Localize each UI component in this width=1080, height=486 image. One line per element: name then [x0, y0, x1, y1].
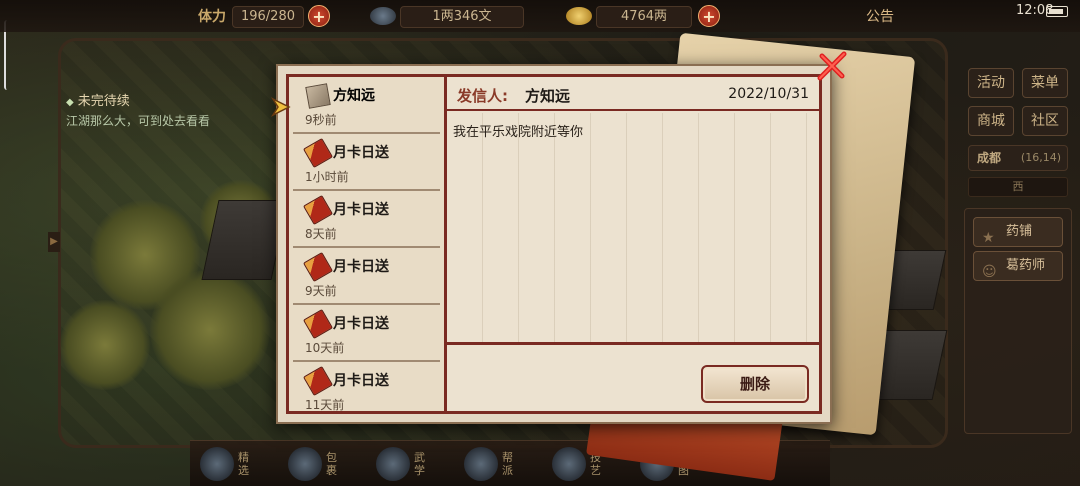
- notice-button[interactable]: 公告: [866, 6, 894, 26]
- mail-time: 10天前: [305, 341, 345, 355]
- card-icon: [302, 365, 334, 397]
- quest-description: 江湖那么大，可到处去看看: [66, 114, 211, 128]
- add-stamina-button[interactable]: +: [308, 5, 330, 27]
- menu-button[interactable]: 菜单: [1022, 68, 1068, 98]
- compass-bar: 西: [968, 177, 1068, 197]
- location-display[interactable]: 成都 (16,14): [968, 145, 1068, 171]
- nav-label: 包裹: [326, 451, 337, 477]
- sender-label: 发信人:: [457, 87, 508, 105]
- mail-item[interactable]: 月卡日送 10天前: [293, 305, 440, 362]
- silver-value: 4764两: [596, 6, 692, 28]
- card-icon: [302, 137, 334, 169]
- nav-label: 精选: [238, 451, 249, 477]
- stamina-value: 196/280: [232, 6, 304, 28]
- mail-time: 11天前: [305, 398, 345, 411]
- mail-item[interactable]: 月卡日送 11天前: [293, 362, 440, 411]
- mail-sender: 月卡日送: [333, 373, 389, 389]
- mail-dialog: 方知远 9秒前 月卡日送 1小时前 月卡日送 8天前 月卡日送 9天前 月卡日送: [276, 64, 832, 424]
- npc-item-ge-doctor[interactable]: ☺ 葛药师: [973, 251, 1063, 281]
- npc-label: 葛药师: [1006, 258, 1046, 273]
- featured-icon: [200, 447, 234, 481]
- mail-view: 发信人: 方知远 2022/10/31 我在平乐戏院附近等你 删除: [447, 77, 819, 411]
- mail-sender: 月卡日送: [333, 145, 389, 161]
- location-coords: (16,14): [1020, 151, 1061, 164]
- location-name: 成都: [977, 151, 1002, 165]
- nav-label: 武学: [414, 451, 425, 477]
- mail-list[interactable]: 方知远 9秒前 月卡日送 1小时前 月卡日送 8天前 月卡日送 9天前 月卡日送: [289, 77, 447, 411]
- mail-body: 我在平乐戏院附近等你: [447, 113, 819, 345]
- nav-featured[interactable]: 精选: [198, 447, 268, 483]
- quest-tracker[interactable]: ◆ 未完待续 江湖那么大，可到处去看看: [66, 90, 216, 130]
- quest-title: 未完待续: [77, 94, 130, 109]
- top-status-bar: 体力 196/280 + 1两346文 4764两 + 公告 12:08: [0, 0, 1080, 32]
- nav-label: 帮派: [502, 451, 513, 477]
- mail-item[interactable]: 方知远 9秒前: [293, 77, 440, 134]
- activity-button[interactable]: 活动: [968, 68, 1014, 98]
- npc-panel: ★ 药铺 ☺ 葛药师: [964, 208, 1072, 434]
- tree: [150, 270, 270, 390]
- card-icon: [302, 308, 334, 340]
- mail-sender: 月卡日送: [333, 202, 389, 218]
- card-icon: [302, 194, 334, 226]
- battery-icon: [1046, 6, 1068, 17]
- nav-guild[interactable]: 帮派: [462, 447, 532, 483]
- mail-item[interactable]: 月卡日送 8天前: [293, 191, 440, 248]
- mail-sender: 方知远: [333, 88, 375, 104]
- expand-arrow-icon[interactable]: ▶: [48, 232, 60, 252]
- nav-martial-arts[interactable]: 武学: [374, 447, 444, 483]
- person-icon: ☺: [982, 264, 997, 280]
- mail-time: 9秒前: [305, 113, 337, 127]
- mail-sender: 月卡日送: [333, 316, 389, 332]
- silver-ingot-icon: [566, 7, 592, 25]
- copper-value: 1两346文: [400, 6, 524, 28]
- tree: [60, 300, 150, 390]
- sender-name: 方知远: [525, 87, 571, 105]
- stamina-label: 体力: [198, 9, 226, 25]
- mail-header: 发信人: 方知远 2022/10/31: [447, 77, 819, 111]
- star-icon: ★: [982, 230, 995, 246]
- mail-dialog-inner: 方知远 9秒前 月卡日送 1小时前 月卡日送 8天前 月卡日送 9天前 月卡日送: [286, 74, 822, 414]
- mail-sender: 月卡日送: [333, 259, 389, 275]
- mail-item[interactable]: 月卡日送 1小时前: [293, 134, 440, 191]
- nav-inventory[interactable]: 包裹: [286, 447, 356, 483]
- diamond-icon: ◆: [66, 97, 74, 108]
- book-icon: [376, 447, 410, 481]
- mail-body-text: 我在平乐戏院附近等你: [453, 125, 584, 140]
- mail-time: 8天前: [305, 227, 337, 241]
- selection-arrow-icon: [271, 97, 291, 117]
- mail-time: 9天前: [305, 284, 337, 298]
- shop-button[interactable]: 商城: [968, 106, 1014, 136]
- npc-label: 药铺: [1006, 224, 1033, 239]
- yin-yang-icon: [464, 447, 498, 481]
- scroll-icon: [305, 83, 331, 109]
- bag-icon: [288, 447, 322, 481]
- teapot-icon: [552, 447, 586, 481]
- mail-time: 1小时前: [305, 170, 349, 184]
- mail-item[interactable]: 月卡日送 9天前: [293, 248, 440, 305]
- copper-coin-icon: [370, 7, 396, 25]
- community-button[interactable]: 社区: [1022, 106, 1068, 136]
- close-icon[interactable]: [814, 48, 850, 84]
- add-silver-button[interactable]: +: [698, 5, 720, 27]
- card-icon: [302, 251, 334, 283]
- mail-date: 2022/10/31: [728, 86, 809, 102]
- delete-button[interactable]: 删除: [701, 365, 809, 403]
- npc-item-pharmacy[interactable]: ★ 药铺: [973, 217, 1063, 247]
